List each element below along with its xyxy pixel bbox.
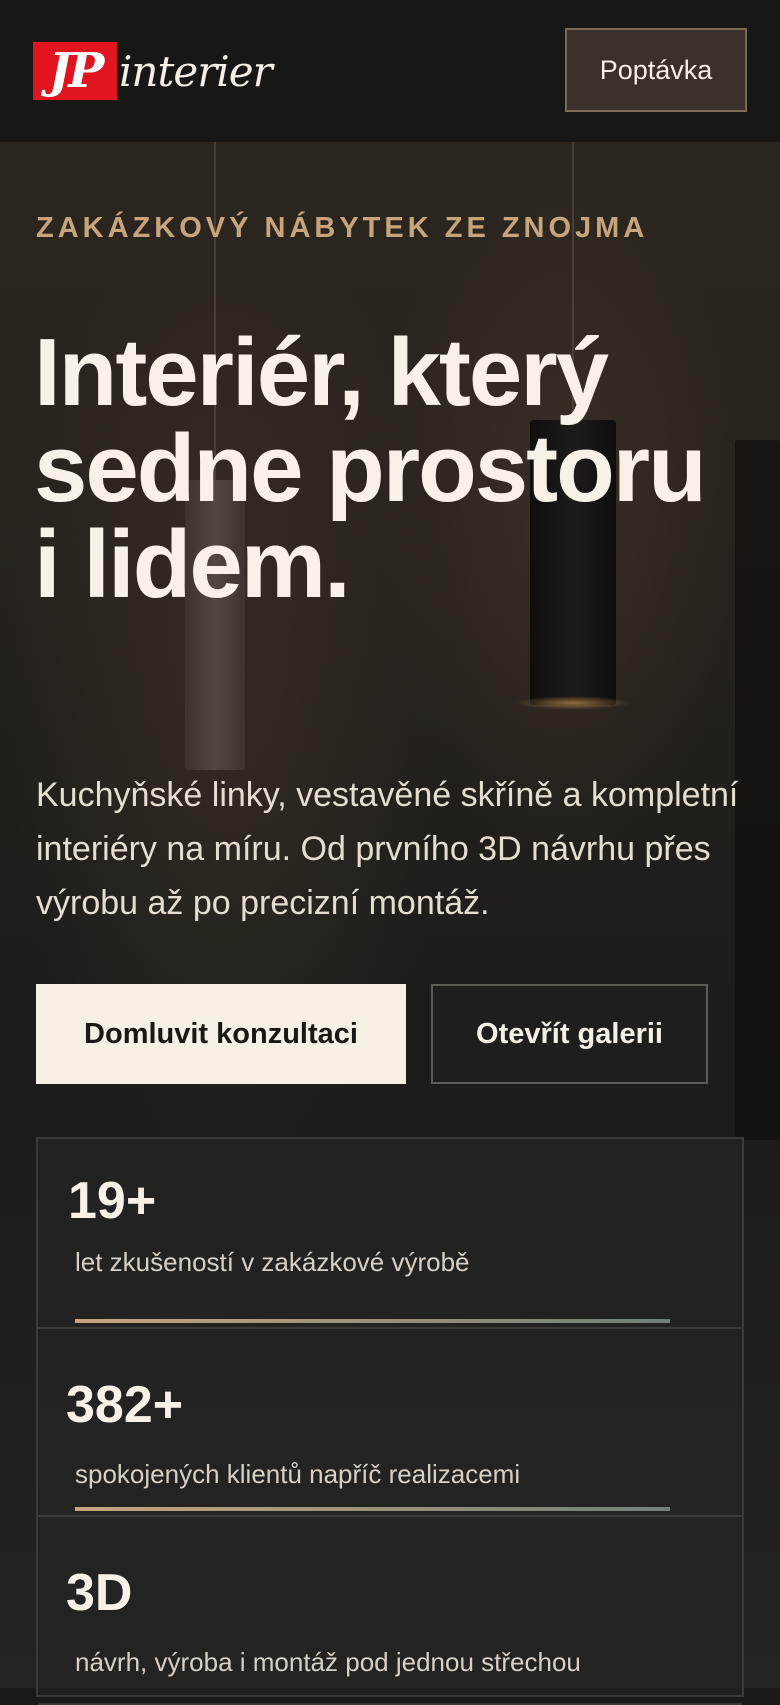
stat-label: let zkušeností v zakázkové výrobě xyxy=(75,1247,470,1277)
stat-value: 382+ xyxy=(66,1376,184,1434)
stat-card: 382+ spokojených klientů napříč realizac… xyxy=(38,1327,742,1517)
inquiry-button[interactable]: Poptávka xyxy=(565,28,747,112)
book-consultation-button[interactable]: Domluvit konzultaci xyxy=(36,984,406,1084)
site-header: JP interier Poptávka xyxy=(0,0,780,142)
stat-label: návrh, výroba i montáž pod jednou střech… xyxy=(75,1647,581,1677)
stat-value: 3D xyxy=(66,1564,133,1622)
logo-wordmark: interier xyxy=(119,46,273,96)
hero-headline: Interiér, který sedne prostoru i lidem. xyxy=(34,319,707,618)
lamp-glow xyxy=(515,696,631,710)
open-gallery-button[interactable]: Otevřít galerii xyxy=(431,984,708,1084)
hero-description: Kuchyňské linky, vestavěné skříně a komp… xyxy=(36,776,739,922)
stat-value: 19+ xyxy=(68,1172,157,1230)
logo-initials: JP xyxy=(33,42,117,100)
stat-divider xyxy=(75,1319,670,1323)
stat-card: 3D návrh, výroba i montáž pod jednou stř… xyxy=(38,1515,742,1705)
stats-panel: 19+ let zkušeností v zakázkové výrobě 38… xyxy=(36,1137,744,1705)
hero-eyebrow: ZAKÁZKOVÝ NÁBYTEK ZE ZNOJMA xyxy=(36,212,649,244)
stat-label: spokojených klientů napříč realizacemi xyxy=(75,1459,521,1489)
stat-card: 19+ let zkušeností v zakázkové výrobě xyxy=(38,1139,742,1329)
stat-divider xyxy=(75,1507,670,1511)
brand-logo[interactable]: JP interier xyxy=(33,42,273,100)
